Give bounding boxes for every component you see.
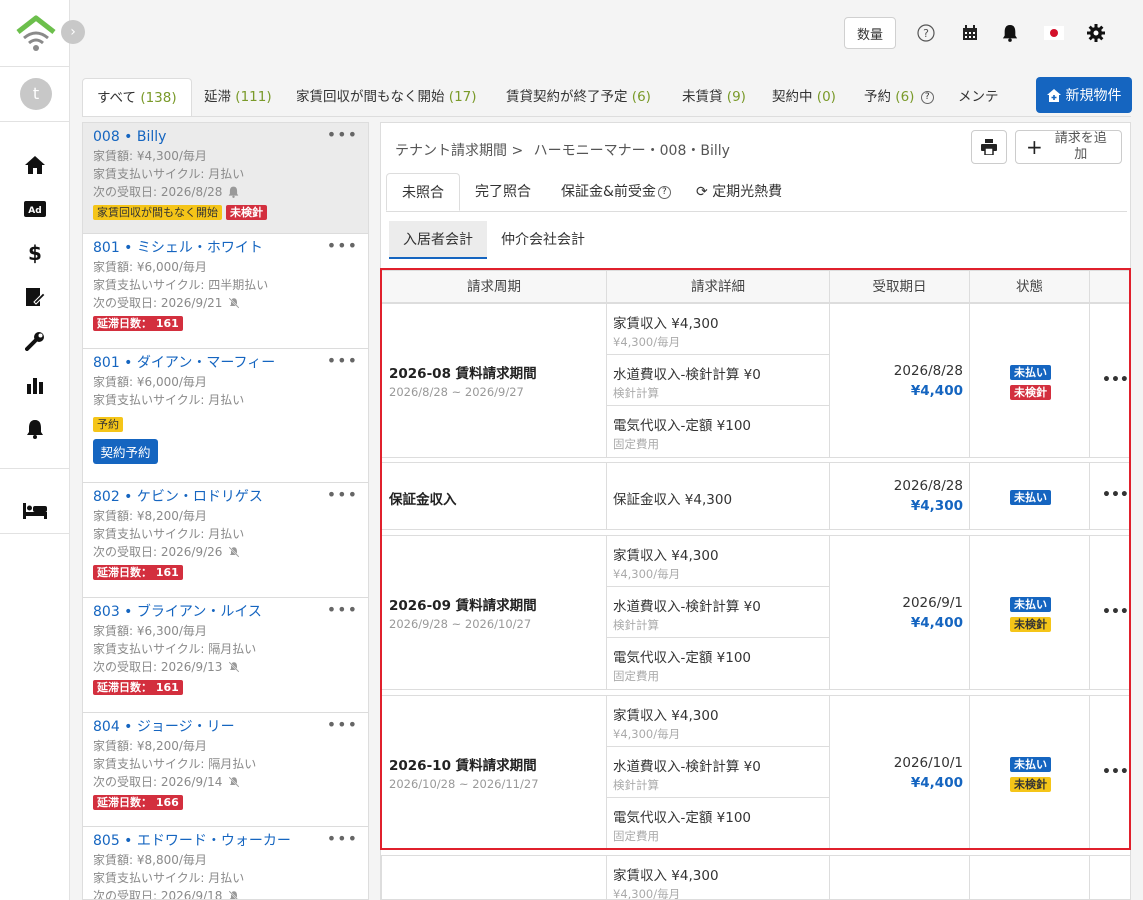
tab-maintenance[interactable]: メンテ: [944, 78, 1013, 116]
tenant-list-item[interactable]: 801 • ダイアン・マーフィー 家賃額: ¥6,000/毎月 家賃支払いサイク…: [83, 349, 368, 483]
reminder-off-icon[interactable]: [228, 890, 240, 900]
gear-icon[interactable]: [1086, 17, 1106, 49]
more-options-icon[interactable]: •••: [327, 600, 358, 619]
row-more-icon[interactable]: •••: [1102, 372, 1129, 388]
tab-deposits[interactable]: 保証金&前受金?: [546, 173, 686, 211]
add-bill-button[interactable]: + 請求を追加: [1015, 130, 1122, 164]
more-options-icon[interactable]: •••: [327, 829, 358, 848]
status-badge: 未払い: [1010, 490, 1051, 505]
row-more-icon[interactable]: •••: [1102, 604, 1129, 620]
flag-japan-icon[interactable]: [1043, 17, 1065, 49]
avatar[interactable]: t: [20, 78, 52, 110]
tenant-list-item[interactable]: 008 • Billy 家賃額: ¥4,300/毎月 家賃支払いサイクル: 月払…: [83, 123, 368, 234]
reminder-bell-icon[interactable]: [228, 186, 239, 198]
refresh-icon: ⟳: [696, 184, 708, 200]
svg-text:?: ?: [923, 27, 929, 40]
tab-collection-starting[interactable]: 家賃回収が間もなく開始 (17): [282, 78, 491, 116]
overdue-badge: 延滞日数： 166: [93, 795, 183, 810]
more-options-icon[interactable]: •••: [327, 485, 358, 504]
breadcrumb: テナント請求期間 > ハーモニーマナー・008・Billy: [395, 140, 730, 160]
reminder-off-icon[interactable]: [228, 297, 240, 309]
printer-icon: [981, 139, 997, 155]
reminder-off-icon[interactable]: [228, 661, 240, 673]
tenant-list-item[interactable]: 805 • エドワード・ウォーカー 家賃額: ¥8,800/毎月 家賃支払いサイ…: [83, 827, 368, 900]
tab-reservations[interactable]: 予約 (6) ?: [850, 78, 948, 116]
tab-reconciled[interactable]: 完了照合: [460, 173, 546, 211]
tenant-list: 008 • Billy 家賃額: ¥4,300/毎月 家賃支払いサイクル: 月払…: [82, 122, 369, 900]
status-badge: 未検針: [1010, 385, 1051, 400]
house-plus-icon: [1046, 88, 1061, 102]
dollar-icon[interactable]: $: [23, 241, 47, 265]
tab-agent-accounting[interactable]: 仲介会社会計: [487, 221, 599, 259]
reservation-badge: 予約: [93, 417, 123, 432]
tab-lease-ending[interactable]: 賃貸契約が終了予定 (6): [492, 78, 665, 116]
wrench-icon[interactable]: [23, 329, 47, 353]
table-row: 家賃収入 ¥4,300 ¥4,300/毎月: [381, 855, 1130, 899]
status-badge: 未払い: [1010, 365, 1051, 380]
billing-table: 請求周期 請求詳細 受取期日 状態 2026-08 賃料請求期間 2026/8/2…: [381, 268, 1130, 899]
table-row: 2026-10 賃料請求期間 2026/10/28 ~ 2026/11/27 家賃…: [381, 695, 1130, 850]
app-logo[interactable]: [14, 14, 58, 54]
overdue-badge: 延滞日数： 161: [93, 680, 183, 695]
breadcrumb-current: ハーモニーマナー・008・Billy: [533, 143, 730, 159]
tab-all[interactable]: すべて (138): [82, 78, 192, 116]
more-options-icon[interactable]: •••: [327, 125, 358, 144]
status-badge: 未払い: [1010, 597, 1051, 612]
tenant-list-item[interactable]: 804 • ジョージ・リー 家賃額: ¥8,200/毎月 家賃支払いサイクル: …: [83, 713, 368, 827]
tenant-list-item[interactable]: 801 • ミシェル・ホワイト 家賃額: ¥6,000/毎月 家賃支払いサイクル…: [83, 234, 368, 349]
plus-icon: +: [1026, 135, 1043, 159]
more-options-icon[interactable]: •••: [327, 236, 358, 255]
notification-bell-icon[interactable]: [1000, 17, 1020, 49]
bell-icon[interactable]: [23, 417, 47, 441]
breadcrumb-root[interactable]: テナント請求期間 >: [395, 143, 523, 159]
sidebar: t Ad $: [0, 0, 70, 900]
row-more-icon[interactable]: •••: [1102, 764, 1129, 780]
status-badge: 未検針: [226, 205, 267, 220]
status-badge: 未検針: [1010, 617, 1051, 632]
tab-overdue[interactable]: 延滞 (111): [190, 78, 286, 116]
tab-tenant-accounting[interactable]: 入居者会計: [389, 221, 487, 259]
reminder-off-icon[interactable]: [228, 546, 240, 558]
billing-panel: テナント請求期間 > ハーモニーマナー・008・Billy + 請求を追加 未照…: [380, 122, 1131, 900]
quantity-button[interactable]: 数量: [844, 17, 896, 49]
table-row: 2026-08 賃料請求期間 2026/8/28 ~ 2026/9/27 家賃収入…: [381, 303, 1130, 458]
tab-vacant[interactable]: 未賃貸 (9): [668, 78, 760, 116]
status-badge: 家賃回収が間もなく開始: [93, 205, 222, 220]
reminder-off-icon[interactable]: [228, 776, 240, 788]
contract-reserve-button[interactable]: 契約予約: [93, 439, 158, 464]
help-icon[interactable]: ?: [920, 90, 934, 104]
help-icon[interactable]: ?: [657, 185, 671, 199]
table-row: 保証金収入 保証金収入 ¥4,300 2026/8/28 ¥4,300 未払い •…: [381, 462, 1130, 530]
bed-icon[interactable]: [23, 499, 47, 523]
sidebar-toggle-button[interactable]: ›: [61, 20, 85, 44]
more-options-icon[interactable]: •••: [327, 351, 358, 370]
filter-tabs: すべて (138) 延滞 (111) 家賃回収が間もなく開始 (17) 賃貸契約…: [82, 78, 1024, 116]
table-row: 2026-09 賃料請求期間 2026/9/28 ~ 2026/10/27 家賃収…: [381, 535, 1130, 690]
table-header: 請求周期 請求詳細 受取期日 状態: [381, 270, 1130, 304]
tab-utilities[interactable]: ⟳ 定期光熱費: [681, 173, 797, 211]
new-property-button[interactable]: 新規物件: [1036, 77, 1132, 113]
calendar-icon[interactable]: [960, 17, 980, 49]
tenant-list-item[interactable]: 802 • ケビン・ロドリゲス 家賃額: ¥8,200/毎月 家賃支払いサイクル…: [83, 483, 368, 598]
overdue-badge: 延滞日数： 161: [93, 316, 183, 331]
tenant-list-item[interactable]: 803 • ブライアン・ルイス 家賃額: ¥6,300/毎月 家賃支払いサイクル…: [83, 598, 368, 713]
row-more-icon[interactable]: •••: [1102, 487, 1129, 503]
status-badge: 未検針: [1010, 777, 1051, 792]
help-icon[interactable]: ?: [916, 17, 936, 49]
top-header: 数量 ?: [70, 0, 1143, 66]
overdue-badge: 延滞日数： 161: [93, 565, 183, 580]
svg-text:Ad: Ad: [28, 206, 41, 216]
print-button[interactable]: [971, 130, 1007, 164]
home-icon[interactable]: [23, 153, 47, 177]
contract-edit-icon[interactable]: [23, 285, 47, 309]
tab-active-contracts[interactable]: 契約中 (0): [758, 78, 850, 116]
chart-icon[interactable]: [23, 373, 47, 397]
ad-icon[interactable]: Ad: [23, 197, 47, 221]
tab-unreconciled[interactable]: 未照合: [386, 173, 460, 211]
status-badge: 未払い: [1010, 757, 1051, 772]
more-options-icon[interactable]: •••: [327, 715, 358, 734]
